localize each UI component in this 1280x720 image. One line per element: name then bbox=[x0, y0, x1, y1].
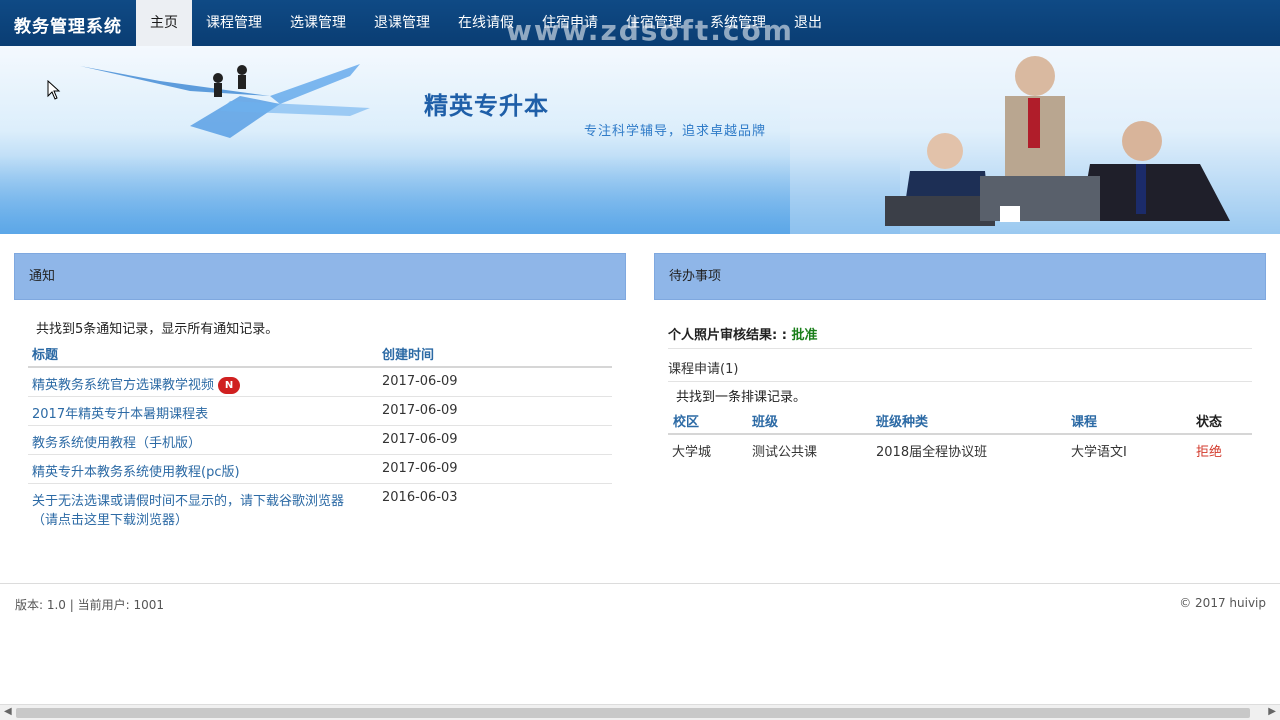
mouse-cursor-icon bbox=[47, 80, 61, 100]
todo-col-class-type[interactable]: 班级种类 bbox=[876, 411, 928, 430]
notice-found-text: 共找到5条通知记录，显示所有通知记录。 bbox=[36, 322, 279, 337]
footer-copyright: © 2017 huivip bbox=[1179, 596, 1266, 610]
todo-row-campus: 大学城 bbox=[672, 445, 712, 460]
todo-panel: 待办事项 bbox=[654, 253, 1266, 300]
notice-row-1-title[interactable]: 精英教务系统官方选课教学视频 N bbox=[32, 374, 241, 394]
notice-row-5-date: 2016-06-03 bbox=[382, 490, 458, 505]
todo-col-campus[interactable]: 校区 bbox=[673, 411, 699, 430]
todo-panel-header: 待办事项 bbox=[654, 253, 1266, 300]
notice-row-4-title[interactable]: 精英专升本教务系统使用教程(pc版) bbox=[32, 461, 240, 480]
nav-course-management[interactable]: 课程管理 bbox=[192, 0, 276, 46]
notice-panel: 通知 bbox=[14, 253, 626, 300]
new-badge-icon: N bbox=[218, 377, 241, 394]
notice-row-3-date: 2017-06-09 bbox=[382, 432, 458, 447]
photo-review-result: 个人照片审核结果: : 批准 bbox=[668, 328, 818, 343]
scrollbar-thumb[interactable] bbox=[16, 708, 1250, 718]
todo-col-status: 状态 bbox=[1196, 415, 1223, 430]
todo-col-course[interactable]: 课程 bbox=[1071, 411, 1097, 430]
scroll-left-arrow-icon[interactable]: ◀ bbox=[4, 706, 12, 717]
notice-row-2-date: 2017-06-09 bbox=[382, 403, 458, 418]
notice-row-1-date: 2017-06-09 bbox=[382, 374, 458, 389]
banner-graphic bbox=[80, 64, 370, 138]
notice-row-5-title-line2[interactable]: （请点击这里下载浏览器） bbox=[32, 509, 188, 528]
notice-row-3-title[interactable]: 教务系统使用教程（手机版） bbox=[32, 432, 201, 451]
nav-home[interactable]: 主页 bbox=[136, 0, 192, 46]
banner: 精英专升本 专注科学辅导，追求卓越品牌 bbox=[0, 46, 1280, 234]
notice-row-5-title-line1[interactable]: 关于无法选课或请假时间不显示的，请下载谷歌浏览器 bbox=[32, 490, 344, 509]
banner-people-image bbox=[790, 46, 1280, 234]
notice-panel-header: 通知 bbox=[14, 253, 626, 300]
watermark: www.zdsoft.com bbox=[506, 14, 794, 47]
todo-found-text: 共找到一条排课记录。 bbox=[676, 390, 807, 405]
notice-row-2-title[interactable]: 2017年精英专升本暑期课程表 bbox=[32, 403, 208, 422]
nav-course-drop[interactable]: 退课管理 bbox=[360, 0, 444, 46]
todo-row-course: 大学语文Ⅰ bbox=[1071, 445, 1127, 460]
todo-col-class[interactable]: 班级 bbox=[752, 411, 778, 430]
banner-slogan: 专注科学辅导，追求卓越品牌 bbox=[584, 124, 767, 139]
todo-row-class: 测试公共课 bbox=[752, 445, 818, 460]
horizontal-scrollbar[interactable]: ◀ ▶ bbox=[0, 704, 1280, 720]
nav-course-selection[interactable]: 选课管理 bbox=[276, 0, 360, 46]
notice-col-title[interactable]: 标题 bbox=[32, 344, 58, 363]
app-title: 教务管理系统 bbox=[14, 17, 122, 37]
notice-col-created[interactable]: 创建时间 bbox=[382, 344, 434, 363]
todo-row-status-rejected: 拒绝 bbox=[1196, 445, 1223, 460]
footer-version-user: 版本: 1.0 | 当前用户: 1001 bbox=[15, 598, 165, 612]
todo-row-class-type: 2018届全程协议班 bbox=[876, 445, 988, 460]
top-navbar: 教务管理系统 主页 课程管理 选课管理 退课管理 在线请假 住宿申请 住宿管理 … bbox=[0, 0, 1280, 47]
notice-row-4-date: 2017-06-09 bbox=[382, 461, 458, 476]
course-apply-label: 课程申请(1) bbox=[668, 362, 739, 377]
photo-status-approved: 批准 bbox=[791, 328, 818, 343]
scroll-right-arrow-icon[interactable]: ▶ bbox=[1268, 706, 1276, 717]
banner-title: 精英专升本 bbox=[424, 92, 549, 120]
